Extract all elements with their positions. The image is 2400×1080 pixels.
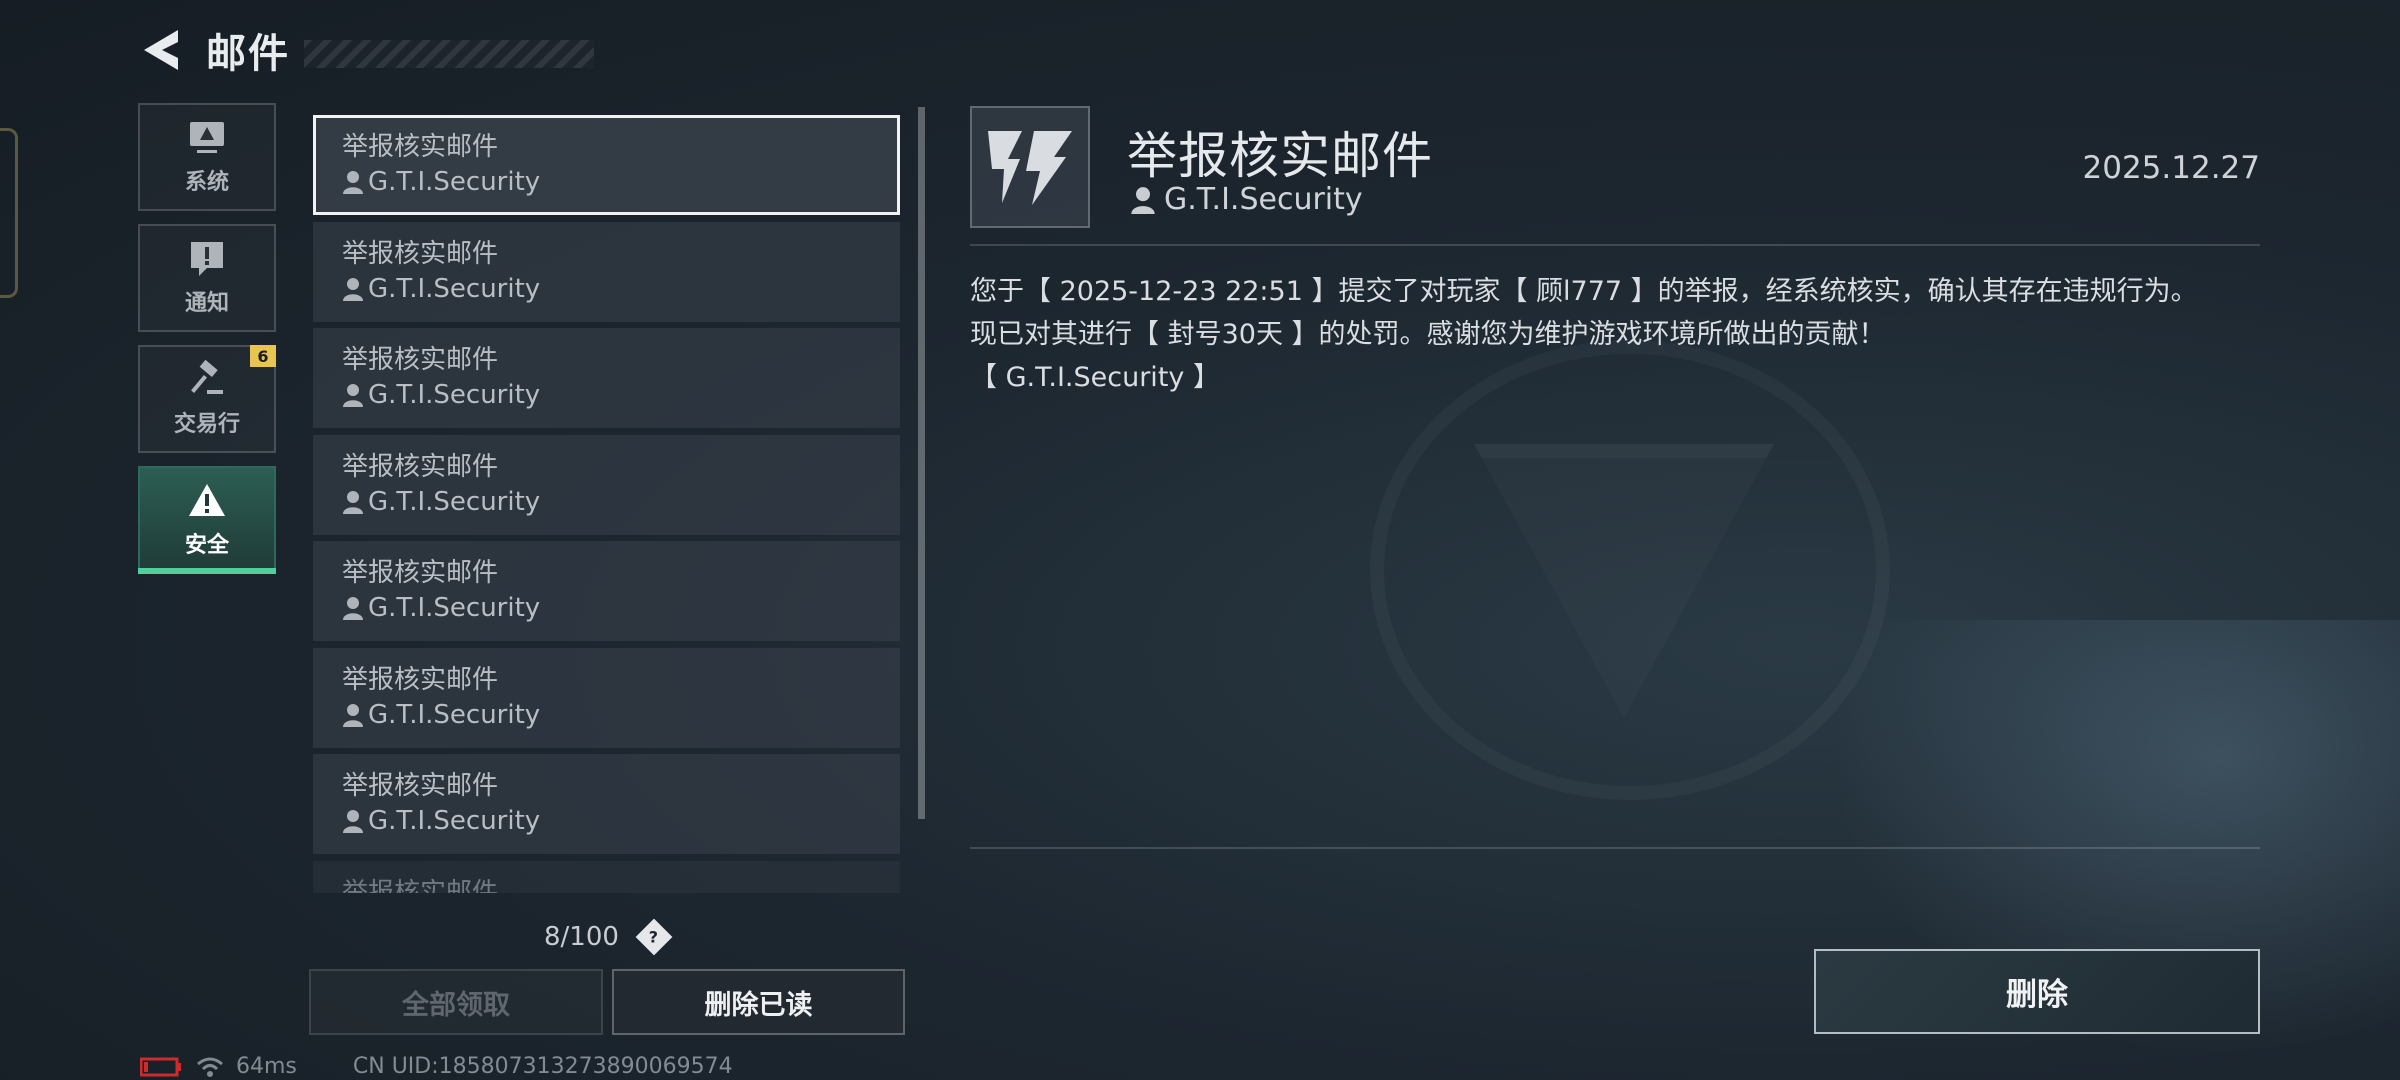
divider — [970, 244, 2260, 246]
mail-subject: 举报核实邮件 — [342, 771, 499, 801]
back-arrow-icon[interactable] — [140, 28, 182, 72]
mail-body-line: 现已对其进行【 封号30天 】的处罚。感谢您为维护游戏环境所做出的贡献！ — [970, 319, 1886, 350]
category-label: 系统 — [184, 170, 229, 195]
gavel-icon — [191, 360, 223, 394]
ping-text: 64ms — [236, 1054, 297, 1079]
page-header: 邮件 — [140, 22, 594, 78]
delete-button[interactable]: 删除 — [1814, 949, 2260, 1034]
sender-logo — [970, 106, 1090, 228]
mail-sender-name: G.T.I.Security — [368, 806, 541, 836]
help-icon[interactable]: ? — [635, 918, 673, 956]
mail-sender-name: G.T.I.Security — [368, 380, 541, 410]
mail-sender-name: G.T.I.Security — [368, 167, 541, 197]
mail-list-item[interactable]: 举报核实邮件 G.T.I.Security — [313, 754, 900, 854]
help-icon-glyph: ? — [649, 927, 659, 947]
wifi-icon — [197, 1057, 223, 1077]
category-label: 交易行 — [173, 412, 240, 437]
mail-subject: 举报核实邮件 — [342, 558, 499, 588]
mail-sender-name: G.T.I.Security — [368, 273, 541, 304]
title-decoration — [304, 40, 594, 68]
mail-list-scrollbar[interactable] — [918, 107, 925, 819]
mail-body-line: 您于【 2025-12-23 22:51 】提交了对玩家【 顾l777 】的举报… — [970, 276, 2198, 307]
mail-sender: G.T.I.Security — [342, 591, 898, 625]
mail-sender-name: G.T.I.Security — [368, 486, 541, 517]
person-icon — [343, 703, 363, 727]
mail-sender: G.T.I.Security — [342, 272, 898, 306]
mail-detail-body: 您于【 2025-12-23 22:51 】提交了对玩家【 顾l777 】的举报… — [970, 270, 2260, 399]
lightning-shield-icon — [988, 131, 1072, 205]
mail-list-item[interactable]: 举报核实邮件 — [313, 860, 900, 894]
mail-subject: 举报核实邮件 — [342, 238, 499, 269]
mail-sender-name: G.T.I.Security — [368, 593, 541, 623]
mail-sender: G.T.I.Security — [342, 378, 898, 412]
mail-subject: 举报核实邮件 — [342, 132, 499, 162]
battery-icon — [140, 1057, 181, 1076]
person-icon — [343, 171, 363, 194]
mail-detail-sender-name: G.T.I.Security — [1164, 182, 1363, 217]
person-icon — [343, 277, 363, 301]
uid-text: CN UID:185807313273890069574 — [352, 1054, 733, 1079]
claim-all-button[interactable]: 全部领取 — [309, 969, 603, 1035]
mail-list-item[interactable]: 举报核实邮件 G.T.I.Security — [313, 541, 900, 641]
mail-sender: G.T.I.Security — [342, 485, 898, 519]
monitor-icon — [190, 122, 224, 153]
mail-count-text: 8/100 — [544, 922, 619, 952]
mail-detail-sender: G.T.I.Security — [1130, 182, 1363, 217]
person-icon — [343, 597, 363, 620]
person-icon — [1131, 186, 1155, 214]
mail-category-sidebar: 系统 通知 6 交易行 安全 — [138, 103, 276, 587]
mail-count: 8/100 ? — [544, 918, 673, 956]
mail-subject: 举报核实邮件 — [342, 451, 499, 482]
person-icon — [343, 384, 363, 407]
mail-subject: 举报核实邮件 — [342, 345, 499, 375]
mail-detail-date: 2025.12.27 — [2082, 150, 2261, 186]
mail-list-item[interactable]: 举报核实邮件 G.T.I.Security — [313, 328, 900, 428]
side-drawer-handle[interactable] — [0, 128, 18, 298]
mail-sender-name: G.T.I.Security — [368, 699, 541, 730]
mail-list[interactable]: 举报核实邮件 G.T.I.Security 举报核实邮件 G.T.I.Secur… — [313, 115, 900, 893]
status-bar: 64ms CN UID:185807313273890069574 — [140, 1054, 733, 1079]
mail-sender: G.T.I.Security — [342, 165, 897, 199]
mail-list-item[interactable]: 举报核实邮件 G.T.I.Security — [313, 115, 900, 215]
person-icon — [343, 490, 363, 514]
person-icon — [343, 810, 363, 833]
mail-sender: G.T.I.Security — [342, 698, 898, 732]
category-notice[interactable]: 通知 — [138, 224, 276, 332]
delete-read-button[interactable]: 删除已读 — [612, 969, 905, 1035]
divider — [970, 847, 2260, 849]
category-security[interactable]: 安全 — [138, 466, 276, 574]
category-label: 通知 — [184, 291, 229, 316]
mail-subject: 举报核实邮件 — [342, 877, 499, 894]
category-system[interactable]: 系统 — [138, 103, 276, 211]
unread-badge: 6 — [250, 345, 276, 367]
mail-subject: 举报核实邮件 — [342, 664, 499, 695]
warning-icon — [189, 484, 225, 516]
mail-body-line: 【 G.T.I.Security 】 — [970, 362, 1220, 393]
mail-detail-title: 举报核实邮件 — [1127, 127, 1433, 185]
category-trading[interactable]: 6 交易行 — [138, 345, 276, 453]
page-title: 邮件 — [206, 31, 290, 77]
mail-sender: G.T.I.Security — [342, 804, 898, 838]
mail-list-item[interactable]: 举报核实邮件 G.T.I.Security — [313, 434, 900, 535]
notice-icon — [191, 242, 223, 276]
category-label: 安全 — [184, 533, 229, 558]
mail-list-item[interactable]: 举报核实邮件 G.T.I.Security — [313, 647, 900, 748]
mail-list-item[interactable]: 举报核实邮件 G.T.I.Security — [313, 221, 900, 322]
